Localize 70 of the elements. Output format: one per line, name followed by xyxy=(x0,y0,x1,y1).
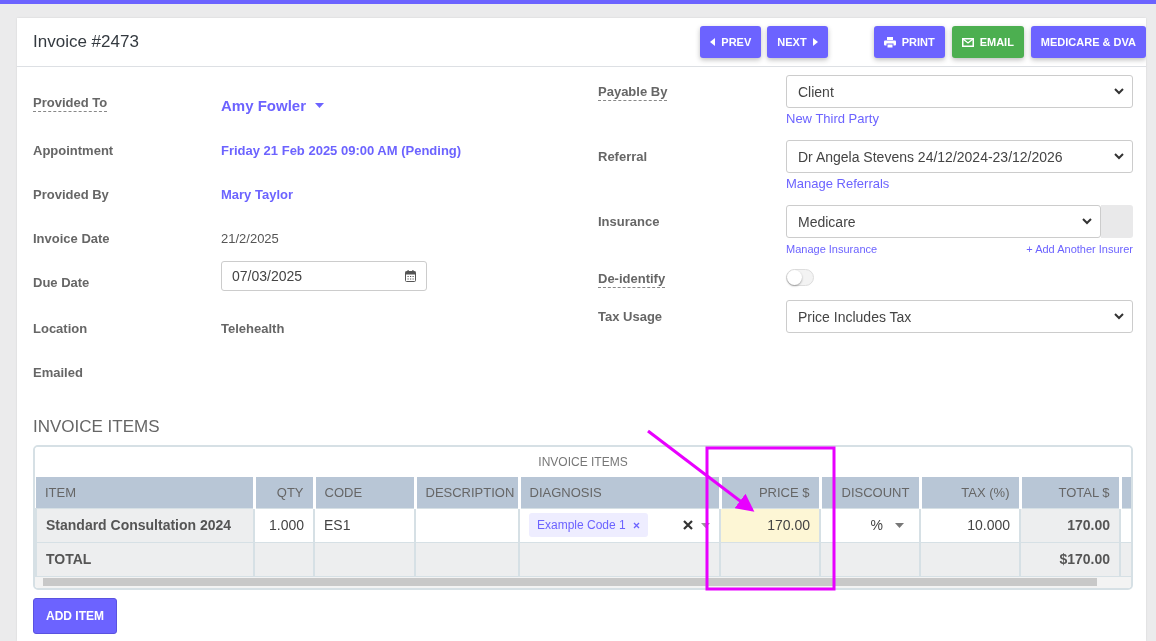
chevron-down-icon xyxy=(1114,153,1124,160)
caret-down-icon xyxy=(315,103,325,108)
insurance-link-secondary[interactable]: + Add Another Insurer xyxy=(1026,243,1133,255)
appointment-link[interactable]: Friday 21 Feb 2025 09:00 AM (Pending) xyxy=(221,139,462,158)
field-label: Payable By xyxy=(598,84,668,101)
remove-icon xyxy=(632,521,640,529)
column-header: CODE xyxy=(314,477,415,508)
input-addon xyxy=(1101,205,1133,238)
caret-down-icon[interactable] xyxy=(701,522,710,528)
chevron-down-icon xyxy=(1114,88,1124,95)
line-total: 170.00 xyxy=(1020,508,1120,542)
previous-button[interactable]: PREV xyxy=(700,26,762,58)
clear-icon[interactable] xyxy=(683,520,693,530)
section-title: INVOICE ITEMS xyxy=(33,417,161,437)
total-label: TOTAL xyxy=(36,542,254,576)
field-label: Invoice Date xyxy=(33,230,110,246)
description-field[interactable] xyxy=(415,508,519,542)
column-header: DESCRIPTION xyxy=(415,477,519,508)
envelope-icon xyxy=(961,37,974,47)
caret-down-icon xyxy=(895,522,904,528)
payer-link[interactable]: New Third Party xyxy=(786,111,879,126)
field-label: Emailed xyxy=(33,364,83,380)
grand-total: $170.00 xyxy=(1020,542,1120,576)
next-button[interactable]: NEXT xyxy=(767,26,828,58)
insurance-link[interactable]: Manage Insurance xyxy=(786,243,878,255)
quantity-field[interactable]: 1.000 xyxy=(254,508,314,542)
field-value: 21/2/2025 xyxy=(221,230,279,246)
dropdown-select[interactable]: Client xyxy=(786,75,1133,108)
dropdown-select[interactable]: Dr Angela Stevens 24/12/2024-23/12/2026 xyxy=(786,140,1133,173)
email-button[interactable]: EMAIL xyxy=(951,26,1024,58)
column-header: ITEM xyxy=(36,477,254,508)
add-item-button[interactable]: ADD ITEM xyxy=(33,597,117,634)
field-label: De-identify xyxy=(598,271,666,288)
field-label: Referral xyxy=(598,149,648,164)
column-header: TOTAL $ xyxy=(1020,477,1120,508)
calendar-icon xyxy=(405,270,416,282)
client-link[interactable]: Amy Fowler xyxy=(221,91,325,114)
column-header: PRICE $ xyxy=(720,477,820,508)
dropdown-select[interactable]: Price Includes Tax xyxy=(786,300,1133,333)
field-value: Telehealth xyxy=(221,320,285,336)
diagnosis-tag[interactable]: Example Code 1 xyxy=(529,513,648,537)
chevron-down-icon xyxy=(1082,218,1092,225)
price-field[interactable]: 170.00 xyxy=(720,508,820,542)
caret-left-icon xyxy=(710,38,716,46)
column-header: DISCOUNT xyxy=(820,477,920,508)
caret-right-icon xyxy=(812,38,818,46)
field-label: Provided By xyxy=(33,186,109,202)
dropdown-select[interactable]: Medicare xyxy=(786,205,1101,238)
claim-button[interactable]: MEDICARE & DVA xyxy=(1030,26,1146,58)
field-label: Appointment xyxy=(33,142,114,158)
toggle-switch[interactable] xyxy=(786,269,814,286)
field-label: Tax Usage xyxy=(598,309,663,324)
print-button[interactable]: PRINT xyxy=(873,26,945,58)
chevron-down-icon xyxy=(1114,313,1124,320)
column-header: DIAGNOSIS xyxy=(519,477,720,508)
tax-field[interactable]: 10.000 xyxy=(920,508,1020,542)
column-header: TAX (%) xyxy=(920,477,1020,508)
horizontal-scrollbar[interactable] xyxy=(35,576,1131,588)
field-label: Location xyxy=(33,320,88,336)
field-label: Due Date xyxy=(33,274,90,290)
invoice-title: Invoice #2473 xyxy=(33,32,140,52)
field-label: Insurance xyxy=(598,214,660,229)
code-field[interactable]: ES1 xyxy=(314,508,415,542)
column-header: QTY xyxy=(254,477,314,508)
practitioner-link[interactable]: Mary Taylor xyxy=(221,183,293,202)
item-name: Standard Consultation 2024 xyxy=(36,508,254,542)
date-field[interactable]: 07/03/2025 xyxy=(221,261,427,291)
field-label: Provided To xyxy=(33,91,108,112)
referrals-link[interactable]: Manage Referrals xyxy=(786,176,890,191)
printer-icon xyxy=(883,36,896,48)
